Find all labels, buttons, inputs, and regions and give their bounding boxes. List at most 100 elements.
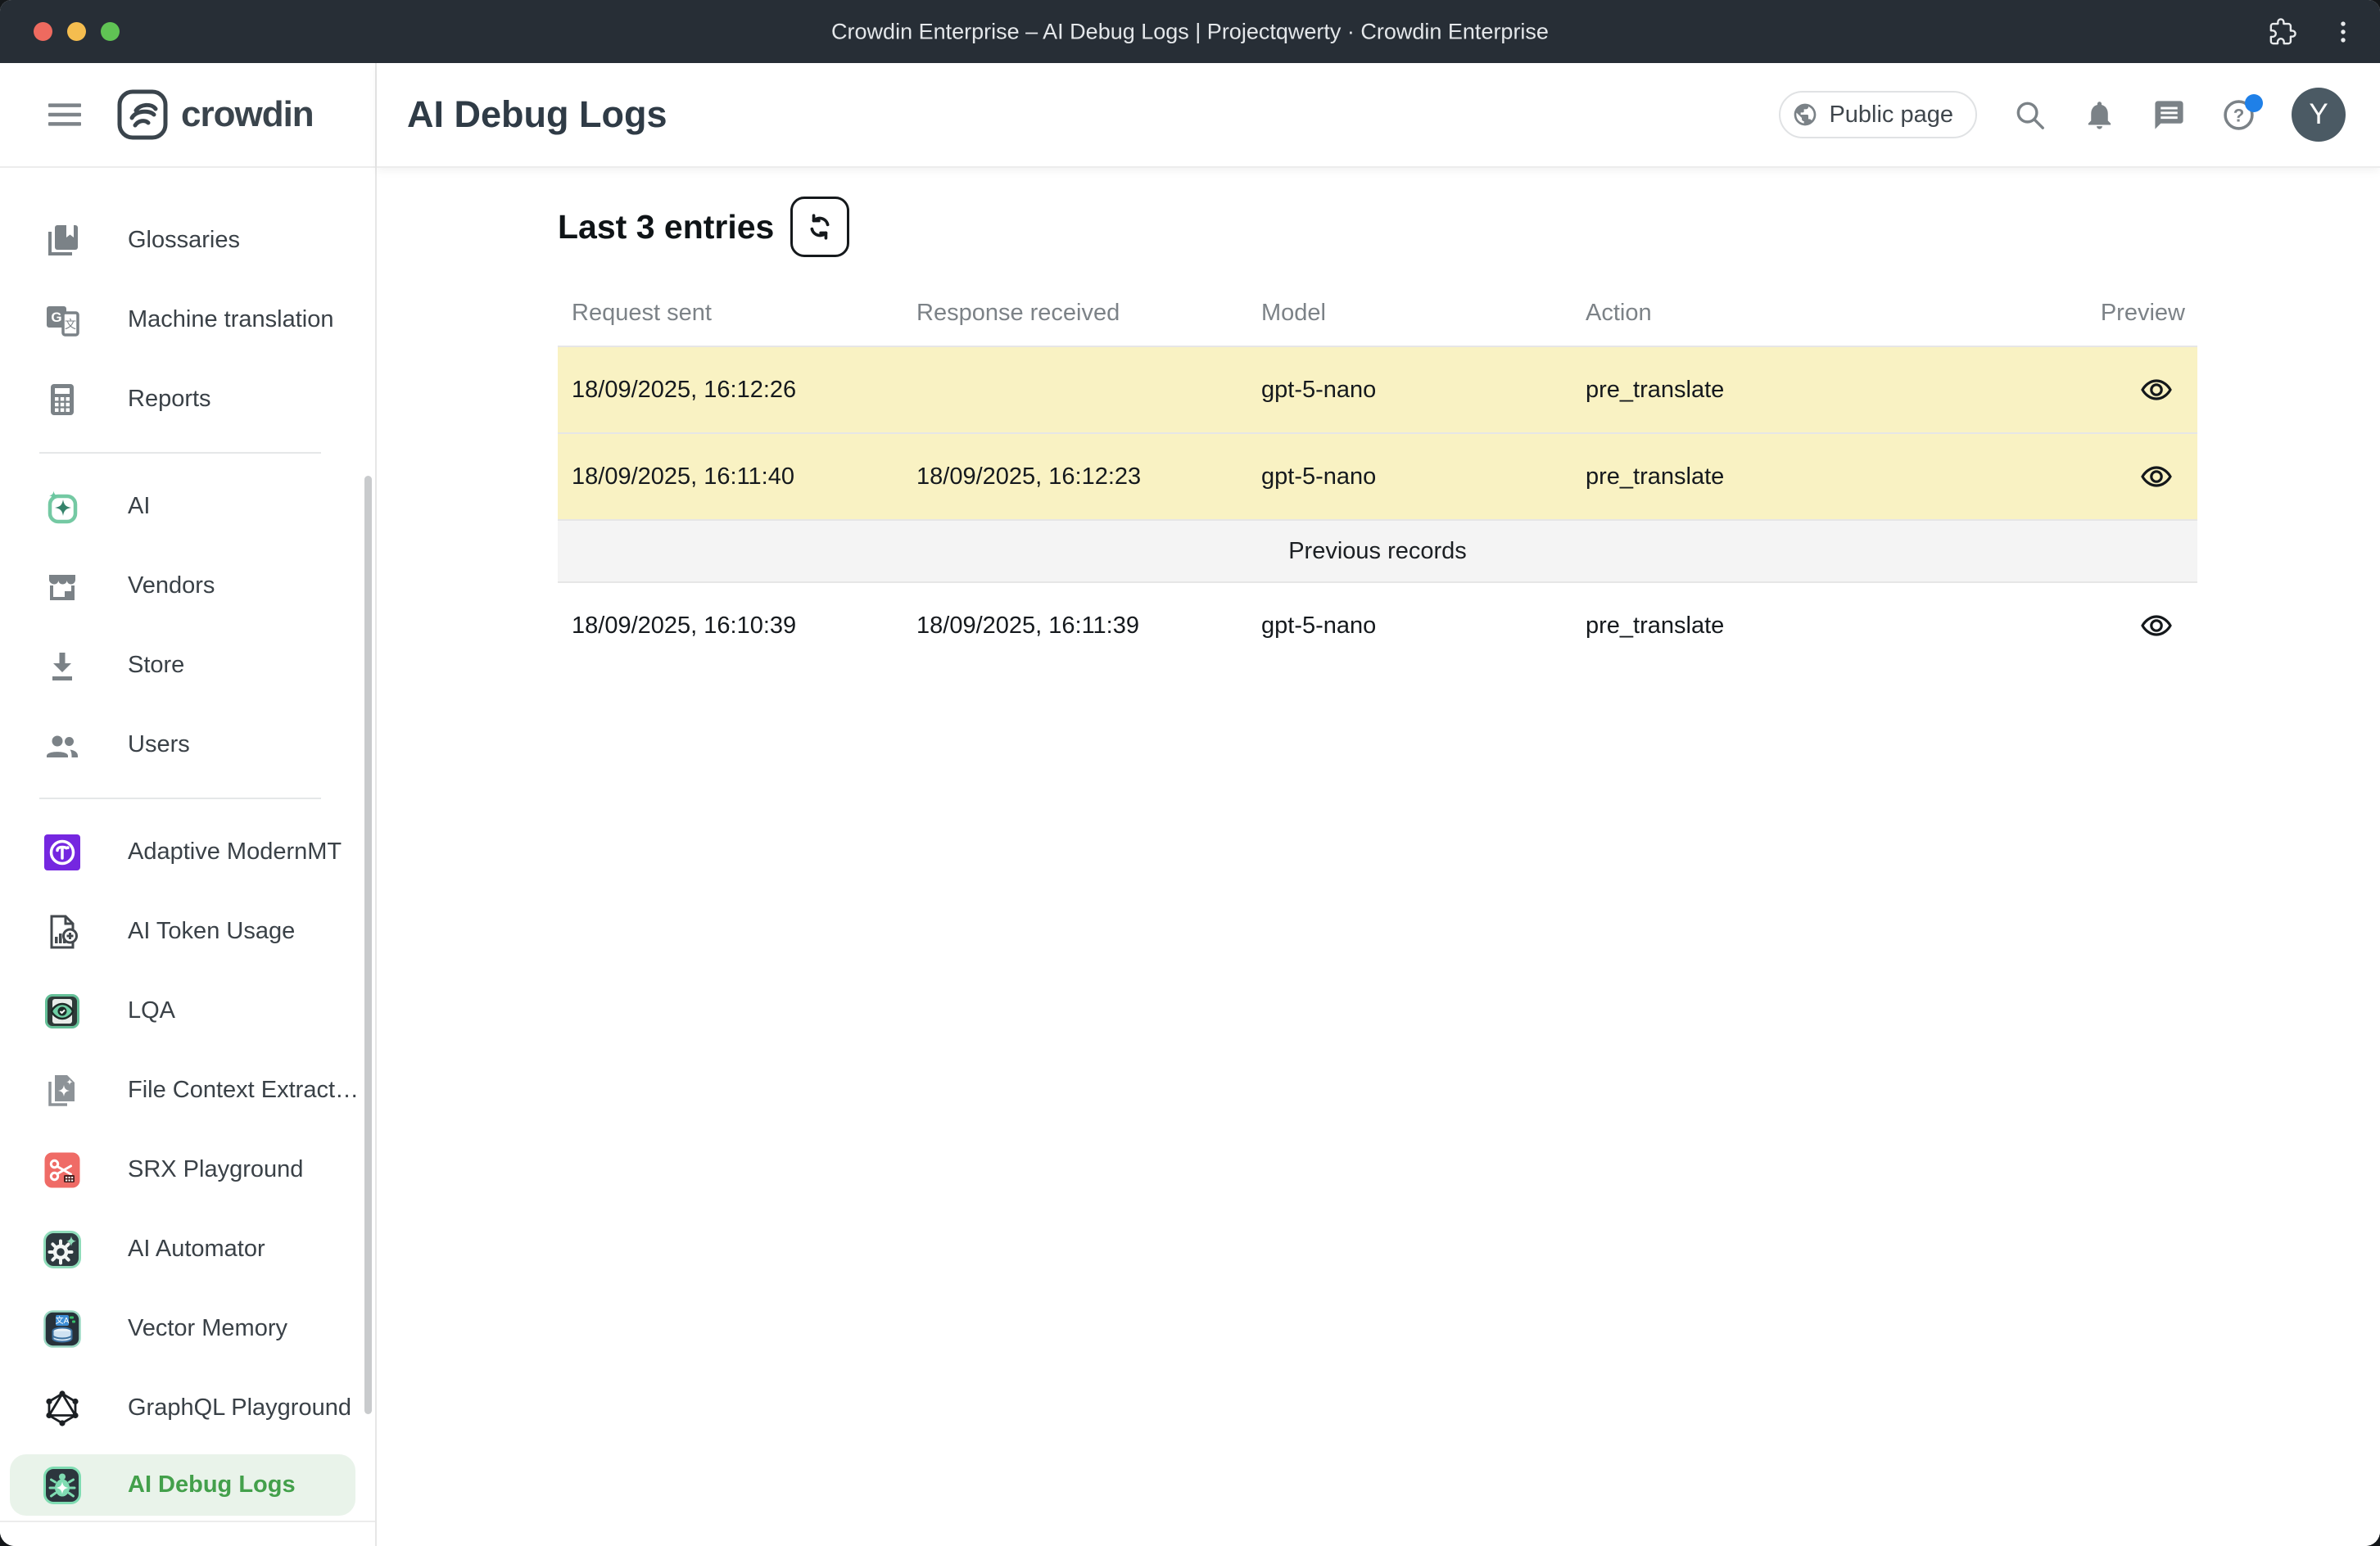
close-window-button[interactable] <box>34 22 52 41</box>
content-head: Last 3 entries <box>558 197 2380 257</box>
debug-logs-table: Request sentResponse receivedModelAction… <box>558 280 2197 668</box>
crowdin-logo[interactable]: crowdin <box>116 88 314 141</box>
sidebar-nav: Glossaries G文 Machine translation Reports AI… <box>0 168 375 1521</box>
window-controls <box>34 22 120 41</box>
machine-translation-icon: G文 <box>43 301 82 340</box>
log-table-row: 18/09/2025, 16:11:4018/09/2025, 16:12:23… <box>558 432 2197 519</box>
sidebar-item-ai-automator[interactable]: AI Automator <box>0 1209 375 1289</box>
sidebar-item-ai-token-usage[interactable]: AI Token Usage <box>0 892 375 971</box>
app-body: crowdin Glossaries G文 Machine translation R… <box>0 63 2380 1546</box>
cell-model: gpt-5-nano <box>1247 377 1572 404</box>
sidebar-item-label: Users <box>128 731 190 758</box>
log-table-row: 18/09/2025, 16:12:26 gpt-5-nanopre_transl… <box>558 346 2197 432</box>
crowdin-logo-icon <box>116 88 169 141</box>
extensions-puzzle-icon[interactable] <box>2269 18 2296 46</box>
glossaries-icon <box>43 221 82 260</box>
sidebar-item-lqa[interactable]: LQA <box>0 971 375 1051</box>
cell-request_sent: 18/09/2025, 16:10:39 <box>558 613 903 640</box>
sidebar-scrollbar[interactable] <box>364 476 372 1414</box>
column-header: Preview <box>2099 300 2197 327</box>
log-table-row: 18/09/2025, 16:10:3918/09/2025, 16:11:39… <box>558 581 2197 668</box>
previous-records-row: Previous records <box>558 519 2197 581</box>
crowdin-wordmark: crowdin <box>181 94 314 135</box>
sidebar-item-graphql-playground[interactable]: GraphQL Playground <box>0 1368 375 1448</box>
column-header: Action <box>1572 300 2099 327</box>
sidebar-item-vendors[interactable]: Vendors <box>0 546 375 626</box>
sidebar-item-file-context-extractor[interactable]: File Context Extract… <box>0 1051 375 1130</box>
sidebar-item-label: AI Token Usage <box>128 918 295 945</box>
page-title: AI Debug Logs <box>407 93 667 136</box>
cell-action: pre_translate <box>1572 463 2099 490</box>
svg-text:?: ? <box>2233 105 2245 125</box>
ai-icon <box>43 487 82 527</box>
content-area: Last 3 entries Request sentResponse rece… <box>377 168 2380 1546</box>
sidebar-item-label: Vendors <box>128 572 215 599</box>
cell-response_received: 18/09/2025, 16:11:39 <box>903 613 1247 640</box>
sidebar-item-adaptive-modernmt[interactable]: Adaptive ModernMT <box>0 812 375 892</box>
sidebar-item-label: Reports <box>128 386 211 413</box>
entries-heading: Last 3 entries <box>558 208 774 246</box>
file-context-extractor-icon <box>43 1071 82 1110</box>
ai-automator-icon <box>43 1230 82 1269</box>
hamburger-menu-icon[interactable] <box>46 98 84 131</box>
store-icon <box>43 646 82 685</box>
refresh-button[interactable] <box>790 197 849 257</box>
sidebar-item-reports[interactable]: Reports <box>0 359 375 439</box>
sidebar-item-label: AI Debug Logs <box>128 1471 296 1499</box>
browser-menu-kebab-icon[interactable] <box>2329 18 2357 46</box>
table-header-row: Request sentResponse receivedModelAction… <box>558 280 2197 346</box>
sidebar-item-label: AI Automator <box>128 1236 265 1263</box>
browser-tab-title: Crowdin Enterprise – AI Debug Logs | Pro… <box>831 19 1549 44</box>
sidebar-item-ai-debug-logs[interactable]: AI Debug Logs <box>10 1454 355 1516</box>
cell-preview <box>2099 377 2197 403</box>
sidebar-item-vector-memory[interactable]: 文A Vector Memory <box>0 1289 375 1368</box>
previous-records-label: Previous records <box>1288 538 1467 565</box>
public-page-label: Public page <box>1829 102 1953 129</box>
cell-preview <box>2099 463 2197 490</box>
cell-model: gpt-5-nano <box>1247 463 1572 490</box>
preview-eye-icon[interactable] <box>2140 613 2173 639</box>
users-icon <box>43 726 82 765</box>
help-icon[interactable]: ? <box>2222 98 2256 132</box>
table-body: 18/09/2025, 16:12:26gpt-5-nanopre_transl… <box>558 346 2197 668</box>
cell-action: pre_translate <box>1572 377 2099 404</box>
preview-eye-icon[interactable] <box>2140 463 2173 490</box>
cell-request_sent: 18/09/2025, 16:12:26 <box>558 377 903 404</box>
svg-text:G: G <box>51 310 61 325</box>
graphql-playground-icon <box>43 1389 82 1428</box>
preview-eye-icon[interactable] <box>2140 377 2173 403</box>
main-header: AI Debug Logs Public page <box>377 63 2380 168</box>
sidebar-item-glossaries[interactable]: Glossaries <box>0 201 375 280</box>
cell-preview <box>2099 613 2197 639</box>
browser-window: Crowdin Enterprise – AI Debug Logs | Pro… <box>0 0 2380 1546</box>
sidebar-item-store[interactable]: Store <box>0 626 375 705</box>
notifications-bell-icon[interactable] <box>2083 98 2116 132</box>
messages-chat-icon[interactable] <box>2152 98 2186 132</box>
svg-text:文: 文 <box>65 318 76 331</box>
user-avatar[interactable]: Y <box>2292 88 2346 142</box>
search-icon[interactable] <box>2013 98 2047 132</box>
svg-text:文A: 文A <box>56 1315 70 1326</box>
srx-playground-icon <box>43 1150 82 1190</box>
sidebar-item-label: GraphQL Playground <box>128 1395 351 1422</box>
zoom-window-button[interactable] <box>101 22 120 41</box>
help-notification-dot <box>2245 94 2263 112</box>
column-header: Request sent <box>558 300 903 327</box>
sidebar-item-label: Vector Memory <box>128 1315 287 1342</box>
ai-debug-logs-icon <box>43 1466 82 1505</box>
sidebar-bottom-strip <box>0 1521 375 1546</box>
sidebar-item-users[interactable]: Users <box>0 705 375 784</box>
sidebar-item-label: Machine translation <box>128 306 333 333</box>
sidebar-divider <box>39 452 321 454</box>
public-page-button[interactable]: Public page <box>1779 91 1977 138</box>
cell-response_received: 18/09/2025, 16:12:23 <box>903 463 1247 490</box>
adaptive-modernmt-icon <box>43 833 82 872</box>
column-header: Response received <box>903 300 1247 327</box>
cell-action: pre_translate <box>1572 613 2099 640</box>
vendors-icon <box>43 567 82 606</box>
sidebar-item-label: LQA <box>128 997 175 1024</box>
sidebar-item-machine-translation[interactable]: G文 Machine translation <box>0 280 375 359</box>
minimize-window-button[interactable] <box>67 22 86 41</box>
sidebar-item-srx-playground[interactable]: SRX Playground <box>0 1130 375 1209</box>
sidebar-item-ai[interactable]: AI <box>0 467 375 546</box>
